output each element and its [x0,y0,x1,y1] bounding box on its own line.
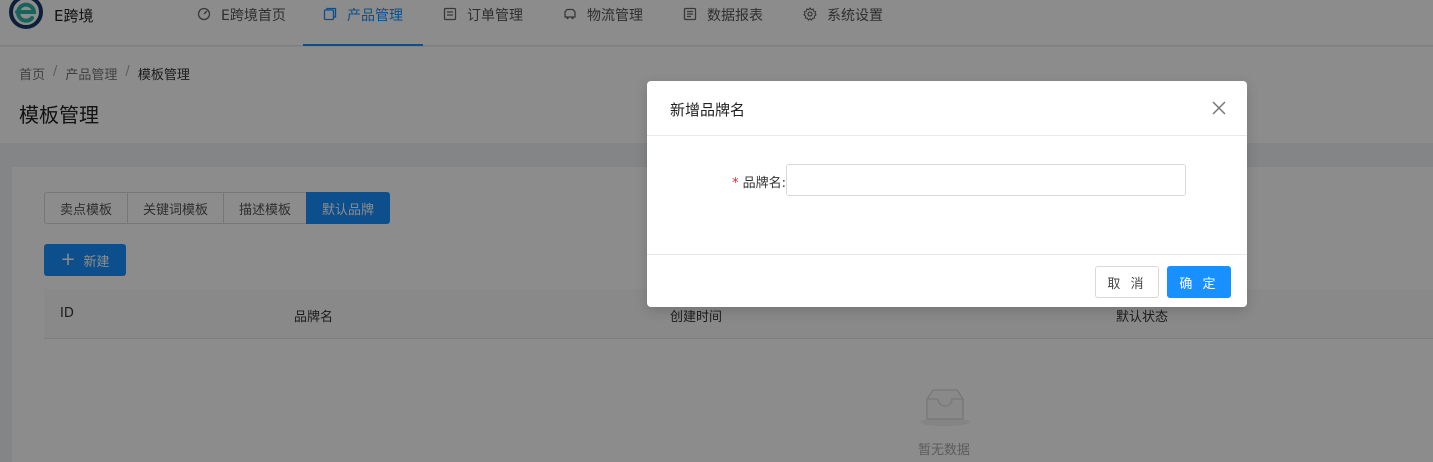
close-icon[interactable] [1211,100,1227,116]
brand-name-label-text: 品牌名 [742,176,782,191]
modal-title: 新增品牌名 [670,101,746,119]
modal-footer: 取 消 确 定 [647,254,1247,307]
ok-button[interactable]: 确 定 [1167,266,1231,298]
add-brand-modal: 新增品牌名 * 品牌名: 取 消 确 定 [647,81,1247,307]
brand-name-label: * 品牌名: [732,176,786,191]
brand-name-row: * 品牌名: [647,164,1247,196]
brand-name-input[interactable] [786,164,1186,196]
modal-header: 新增品牌名 [647,81,1247,136]
required-mark: * [732,176,739,191]
cancel-button[interactable]: 取 消 [1095,266,1159,298]
